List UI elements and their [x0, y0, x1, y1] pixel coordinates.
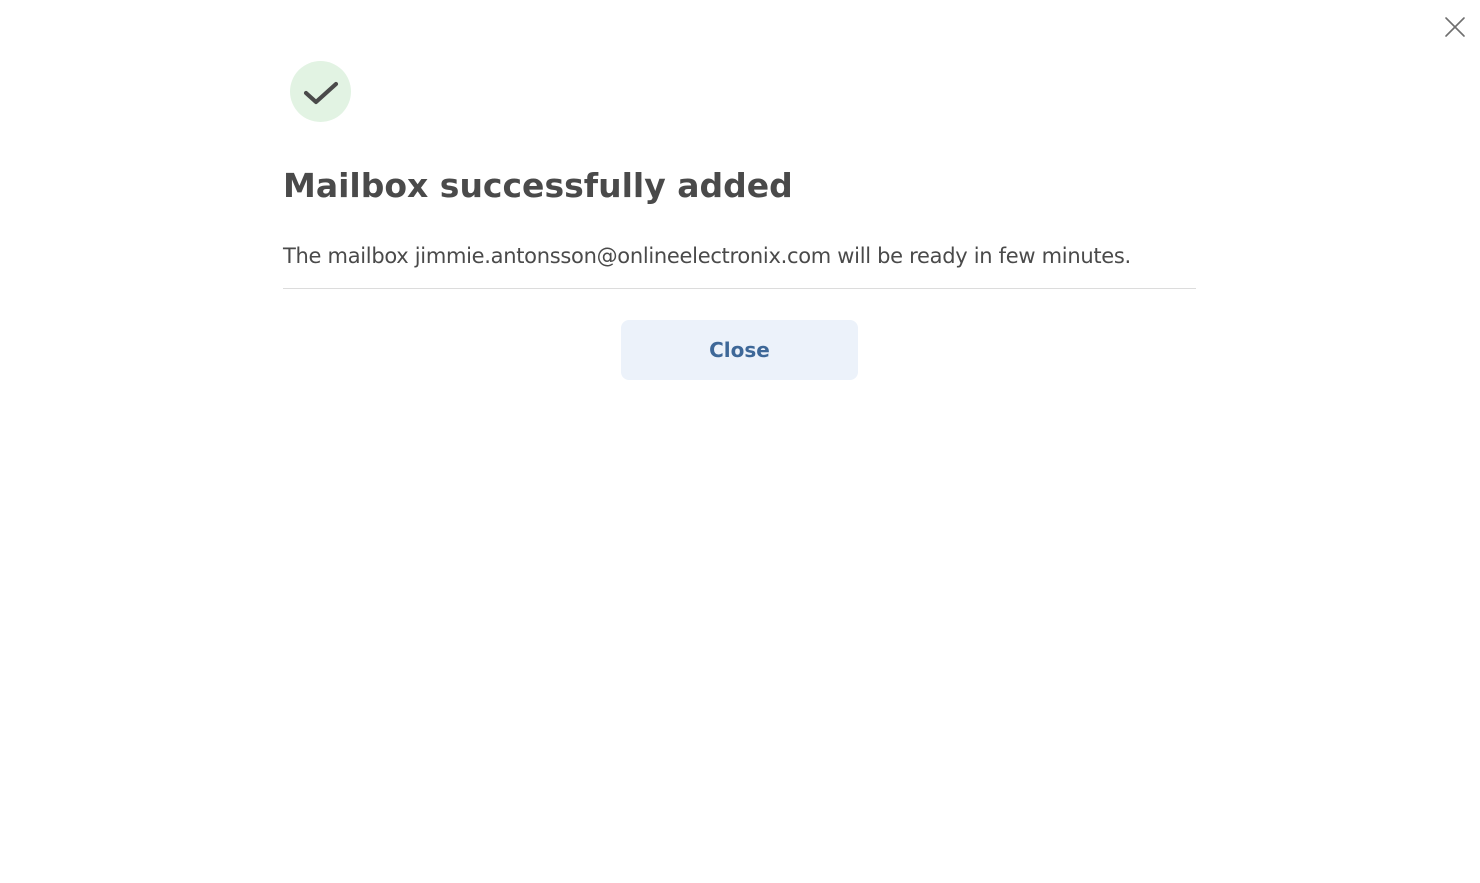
dialog-title: Mailbox successfully added [283, 166, 793, 205]
mailbox-added-dialog: Mailbox successfully added The mailbox j… [0, 0, 1480, 883]
dismiss-dialog-button[interactable] [1440, 12, 1470, 42]
divider [283, 288, 1196, 289]
success-badge [290, 61, 351, 122]
close-icon [1445, 17, 1465, 37]
close-button[interactable]: Close [621, 320, 858, 380]
dialog-message: The mailbox jimmie.antonsson@onlineelect… [283, 244, 1131, 268]
check-icon [303, 81, 338, 104]
